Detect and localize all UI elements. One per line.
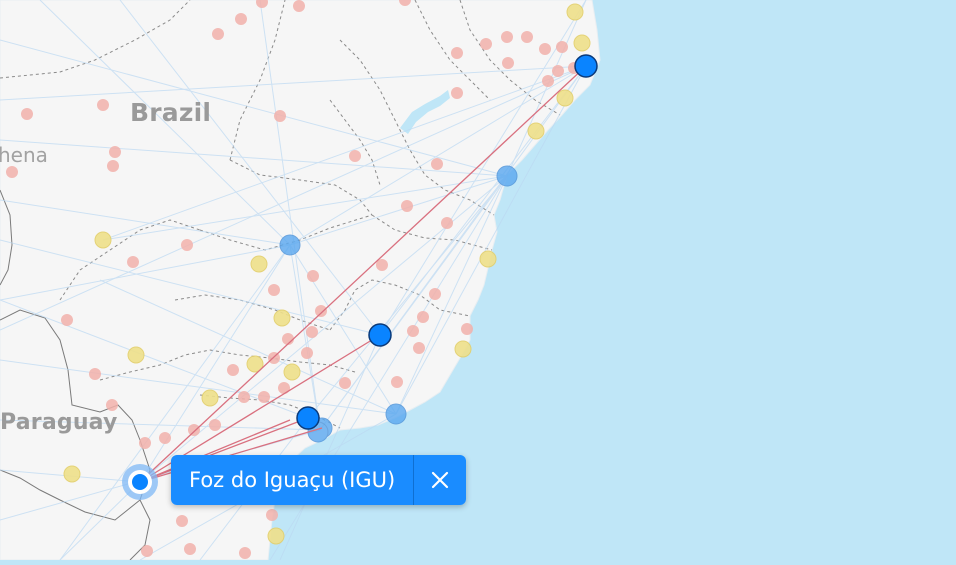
destination-airport (296, 406, 320, 430)
close-button[interactable] (413, 455, 467, 505)
country-label-brazil: Brazil (130, 98, 212, 127)
country-label-paraguay: Paraguay (0, 410, 118, 435)
selected-airport-marker[interactable] (122, 464, 158, 500)
route-map[interactable]: Brazil Paraguay hena Foz do Iguaçu (IGU) (0, 0, 956, 561)
selected-airport-chip[interactable]: Foz do Iguaçu (IGU) (171, 455, 467, 505)
map-canvas[interactable] (0, 0, 956, 561)
close-icon (432, 471, 449, 489)
city-label-partial: hena (0, 143, 48, 167)
destination-airport (574, 54, 598, 78)
selected-airport-label[interactable]: Foz do Iguaçu (IGU) (171, 455, 414, 505)
destination-airport (368, 323, 392, 347)
